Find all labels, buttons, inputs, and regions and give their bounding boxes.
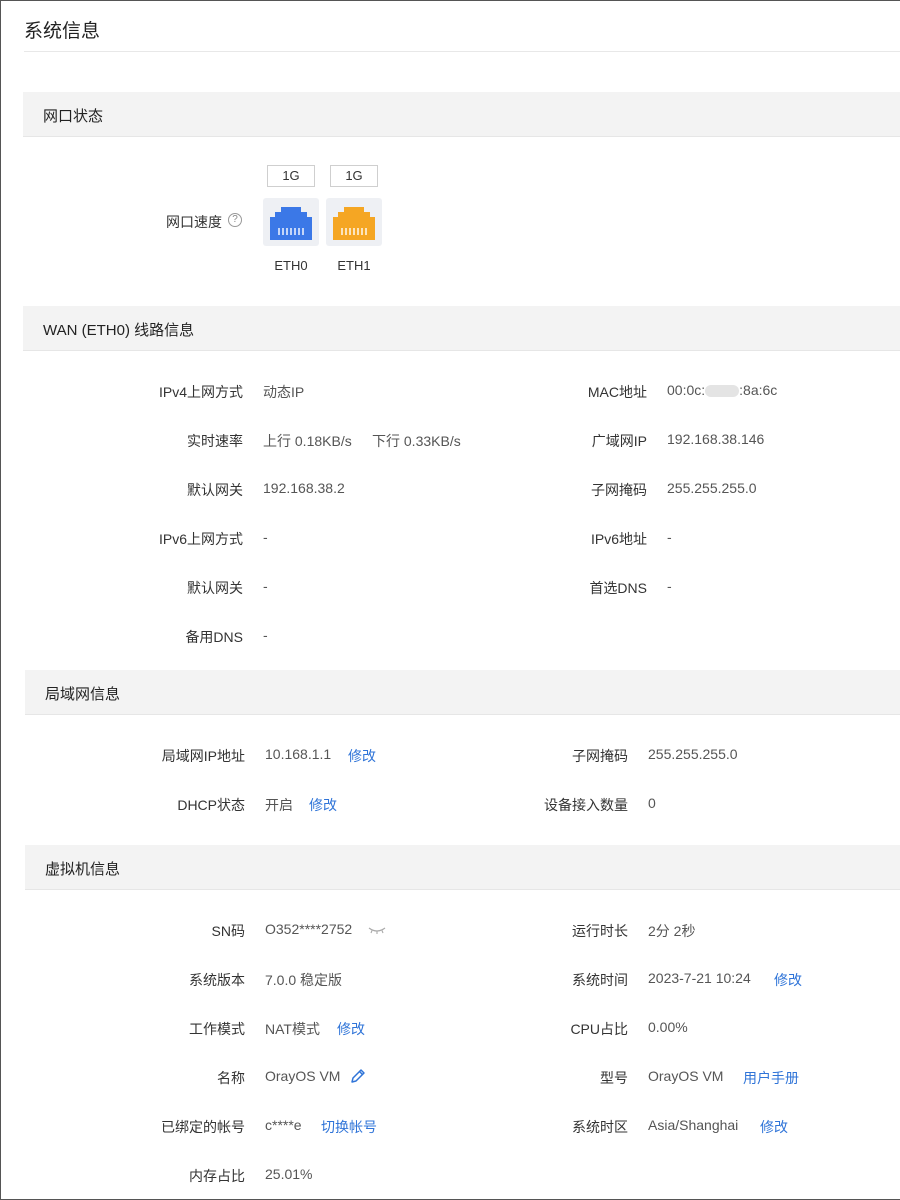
eth1-speed-badge: 1G xyxy=(330,165,378,187)
mask-label: 子网掩码 xyxy=(591,482,647,498)
ipv4-mode-label: IPv4上网方式 xyxy=(158,384,243,400)
gateway6-label: 默认网关 xyxy=(187,580,243,596)
memory-value: 25.01% xyxy=(265,1166,313,1182)
section-header-vm: 虚拟机信息 xyxy=(25,845,900,890)
section-title: 局域网信息 xyxy=(45,686,121,703)
mac-label: MAC地址 xyxy=(587,384,647,400)
systime-label: 系统时间 xyxy=(572,972,628,988)
gateway6-value: - xyxy=(263,578,268,594)
pencil-edit-icon[interactable] xyxy=(349,1067,367,1085)
section-header-ports: 网口状态 xyxy=(23,92,900,137)
ipv4-mode-value: 动态IP xyxy=(263,384,305,400)
wan-ip-value: 192.168.38.146 xyxy=(667,431,765,447)
eth0-label: ETH0 xyxy=(274,258,308,273)
uptime-value: 2分 2秒 xyxy=(648,923,696,939)
user-manual-link[interactable]: 用户手册 xyxy=(743,1068,799,1088)
divider xyxy=(24,51,900,52)
timezone-value: Asia/Shanghai xyxy=(648,1117,739,1133)
account-value: c****e xyxy=(265,1117,302,1133)
window-frame xyxy=(0,0,900,1200)
wan-ip-label: 广域网IP xyxy=(591,433,647,449)
switch-account-link[interactable]: 切换帐号 xyxy=(321,1117,377,1137)
eth0-speed-badge: 1G xyxy=(267,165,315,187)
eth0-port-icon[interactable] xyxy=(263,198,319,246)
page-title: 系统信息 xyxy=(24,21,101,42)
lan-ip-edit-link[interactable]: 修改 xyxy=(348,746,376,766)
help-icon[interactable]: ? xyxy=(228,213,242,227)
section-title: 网口状态 xyxy=(43,108,104,125)
version-value: 7.0.0 稳定版 xyxy=(265,972,343,988)
model-label: 型号 xyxy=(600,1070,628,1086)
mode-label: 工作模式 xyxy=(189,1021,245,1037)
dns2-value: - xyxy=(263,627,268,643)
memory-label: 内存占比 xyxy=(189,1168,245,1184)
mode-value: NAT模式 xyxy=(265,1021,320,1037)
rate-up-value: 上行 0.18KB/s xyxy=(263,433,352,449)
uptime-label: 运行时长 xyxy=(572,923,628,939)
section-header-wan: WAN (ETH0) 线路信息 xyxy=(23,306,900,351)
mac-blur-mask xyxy=(705,385,740,398)
cpu-value: 0.00% xyxy=(648,1019,688,1035)
lan-ip-value: 10.168.1.1 xyxy=(265,746,332,762)
dns1-label: 首选DNS xyxy=(589,580,647,596)
eth1-port-icon[interactable] xyxy=(326,198,382,246)
lan-mask-label: 子网掩码 xyxy=(572,748,628,764)
cpu-label: CPU占比 xyxy=(570,1021,628,1037)
mode-edit-link[interactable]: 修改 xyxy=(337,1019,365,1039)
dns2-label: 备用DNS xyxy=(185,629,243,645)
ethernet-port-icon xyxy=(333,207,375,240)
gateway-label: 默认网关 xyxy=(187,482,243,498)
rate-label: 实时速率 xyxy=(187,433,243,449)
name-value: OrayOS VM xyxy=(265,1068,341,1084)
dhcp-value: 开启 xyxy=(265,797,293,813)
mask-value: 255.255.255.0 xyxy=(667,480,757,496)
ipv6-addr-label: IPv6地址 xyxy=(590,531,647,547)
mac-value: 00:0c::8a:6c xyxy=(667,382,778,398)
dns1-value: - xyxy=(667,578,672,594)
ipv6-addr-value: - xyxy=(667,529,672,545)
section-title: 虚拟机信息 xyxy=(45,861,121,878)
dhcp-label: DHCP状态 xyxy=(177,797,245,813)
rate-down-value: 下行 0.33KB/s xyxy=(372,433,461,449)
port-speed-label: 网口速度 xyxy=(166,214,222,230)
lan-ip-label: 局域网IP地址 xyxy=(161,748,245,764)
systime-value: 2023-7-21 10:24 xyxy=(648,970,751,986)
timezone-label: 系统时区 xyxy=(572,1119,628,1135)
timezone-edit-link[interactable]: 修改 xyxy=(760,1117,788,1137)
account-label: 已绑定的帐号 xyxy=(161,1119,245,1135)
sn-value: O352****2752 xyxy=(265,921,353,937)
devices-label: 设备接入数量 xyxy=(544,797,628,813)
dhcp-edit-link[interactable]: 修改 xyxy=(309,795,337,815)
lan-mask-value: 255.255.255.0 xyxy=(648,746,738,762)
gateway-value: 192.168.38.2 xyxy=(263,480,345,496)
section-title: WAN (ETH0) 线路信息 xyxy=(43,322,195,339)
version-label: 系统版本 xyxy=(189,972,245,988)
eth1-label: ETH1 xyxy=(337,258,371,273)
name-label: 名称 xyxy=(217,1070,245,1086)
model-value: OrayOS VM xyxy=(648,1068,724,1084)
ipv6-mode-label: IPv6上网方式 xyxy=(158,531,243,547)
ipv6-mode-value: - xyxy=(263,529,268,545)
devices-value: 0 xyxy=(648,795,656,811)
ethernet-port-icon xyxy=(270,207,312,240)
section-header-lan: 局域网信息 xyxy=(25,670,900,715)
systime-edit-link[interactable]: 修改 xyxy=(774,970,802,990)
sn-label: SN码 xyxy=(211,923,245,939)
eye-closed-icon[interactable] xyxy=(368,924,386,936)
